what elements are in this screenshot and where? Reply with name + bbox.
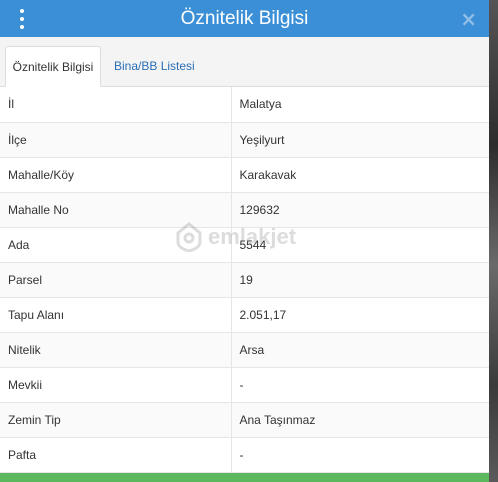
attribute-key: Pafta — [0, 437, 232, 473]
table-row: Zemin Tip Ana Taşınmaz — [0, 402, 489, 438]
tab-building-list[interactable]: Bina/BB Listesi — [106, 46, 203, 87]
attribute-value: Arsa — [231, 332, 489, 368]
attribute-value: - — [231, 367, 489, 403]
watermark-text: emlakjet — [208, 224, 297, 249]
kebab-menu-icon[interactable] — [18, 9, 26, 29]
attribute-key: İl — [0, 87, 232, 123]
footer-bar — [0, 473, 489, 482]
attribute-key: Mahalle/Köy — [0, 157, 232, 193]
attribute-value: Karakavak — [231, 157, 489, 193]
watermark: emlakjet — [176, 222, 296, 252]
tab-bar: Öznitelik Bilgisi Bina/BB Listesi — [0, 37, 489, 87]
attribute-key: Mevkii — [0, 367, 232, 403]
table-row: Nitelik Arsa — [0, 332, 489, 368]
attribute-table: İl Malatya İlçe Yeşilyurt Mahalle/Köy Karakav… — [0, 87, 489, 473]
table-row: Pafta - — [0, 437, 489, 473]
attribute-value: Malatya — [231, 87, 489, 123]
table-row: İlçe Yeşilyurt — [0, 122, 489, 158]
attribute-value: Ana Taşınmaz — [231, 402, 489, 438]
dialog-title: Öznitelik Bilgisi — [180, 7, 309, 29]
table-row: Mahalle/Köy Karakavak — [0, 157, 489, 193]
table-row: İl Malatya — [0, 87, 489, 123]
attribute-key: Parsel — [0, 262, 232, 298]
attribute-key: Tapu Alanı — [0, 297, 232, 333]
attribute-key: Zemin Tip — [0, 402, 232, 438]
attribute-dialog: Öznitelik Bilgisi × Öznitelik Bilgisi Bi… — [0, 0, 489, 482]
house-pin-icon — [176, 222, 202, 252]
attribute-key: İlçe — [0, 122, 232, 158]
table-row: Mevkii - — [0, 367, 489, 403]
attribute-value: - — [231, 437, 489, 473]
attribute-value: 19 — [231, 262, 489, 298]
dialog-header: Öznitelik Bilgisi × — [0, 0, 489, 37]
attribute-value: Yeşilyurt — [231, 122, 489, 158]
table-row: Tapu Alanı 2.051,17 — [0, 297, 489, 333]
attribute-value: 2.051,17 — [231, 297, 489, 333]
table-row: Parsel 19 — [0, 262, 489, 298]
tab-attribute-info[interactable]: Öznitelik Bilgisi — [5, 46, 101, 87]
close-icon[interactable]: × — [460, 7, 477, 31]
attribute-key: Nitelik — [0, 332, 232, 368]
